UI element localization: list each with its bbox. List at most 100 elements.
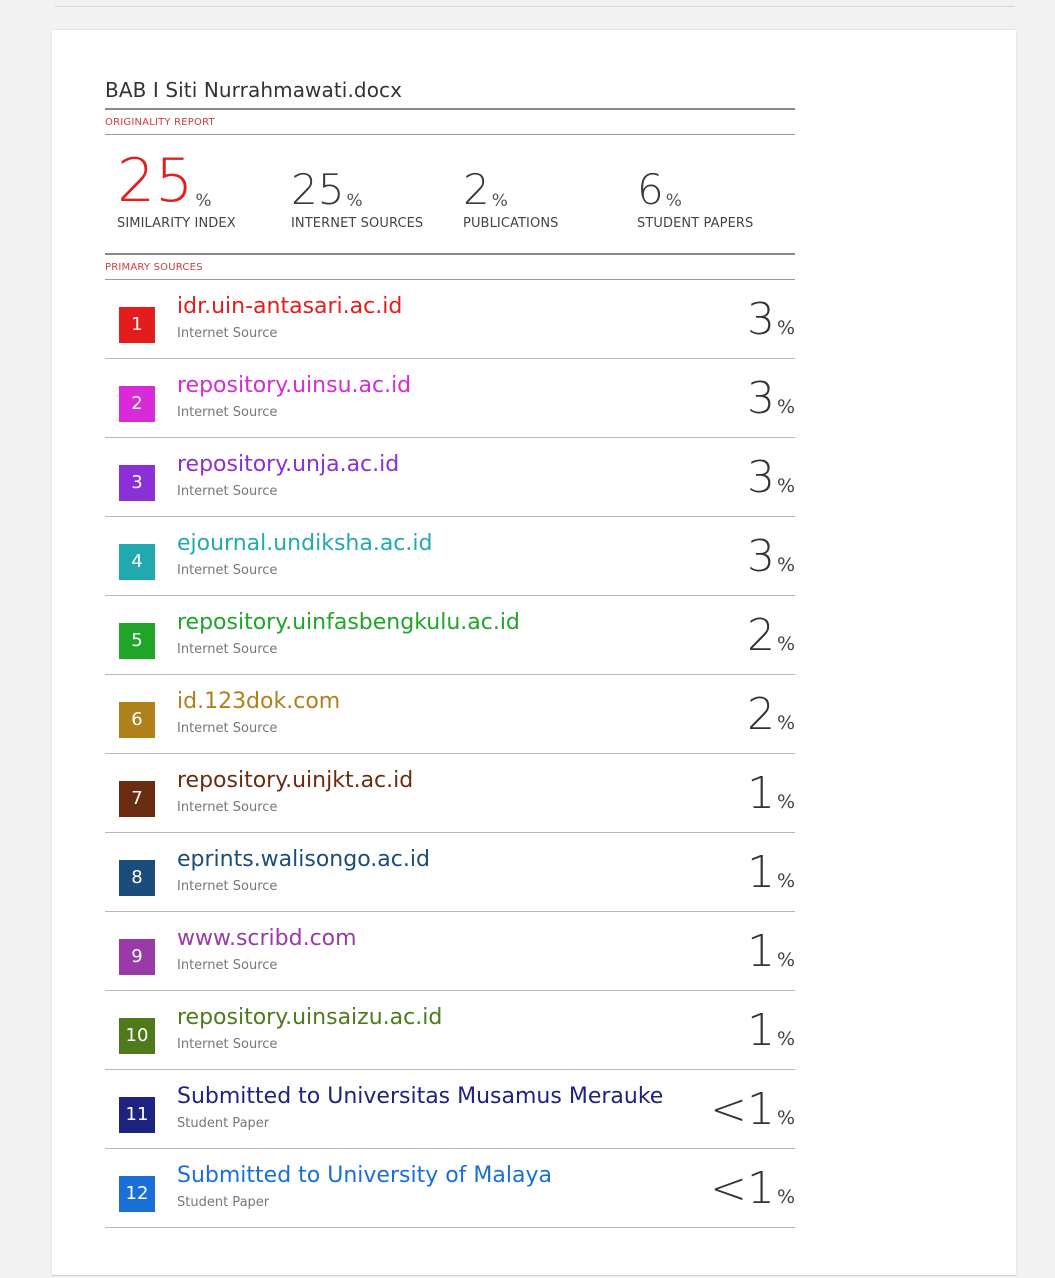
source-share-value: 1 xyxy=(746,768,775,819)
source-row: 1 idr.uin-antasari.ac.id Internet Source 3% xyxy=(105,280,795,359)
source-link[interactable]: Submitted to Universitas Musamus Merauke xyxy=(177,1084,663,1109)
student-papers-caption: STUDENT PAPERS xyxy=(637,216,754,231)
source-rank-badge: 10 xyxy=(119,1018,155,1054)
source-row: 6 id.123dok.com Internet Source 2% xyxy=(105,675,795,754)
bottom-divider xyxy=(52,1275,1016,1276)
source-share: 2% xyxy=(747,614,795,658)
source-row: 8 eprints.walisongo.ac.id Internet Source 1… xyxy=(105,833,795,912)
source-rank-badge: 12 xyxy=(119,1176,155,1212)
source-link[interactable]: repository.unja.ac.id xyxy=(177,452,399,477)
source-share-unit: % xyxy=(776,475,795,497)
source-share: 1% xyxy=(747,930,795,974)
document-title: BAB I Siti Nurrahmawati.docx xyxy=(105,78,403,102)
source-share: <1% xyxy=(710,1167,795,1211)
source-share-unit: % xyxy=(776,870,795,892)
source-link[interactable]: repository.uinjkt.ac.id xyxy=(177,768,413,793)
source-share-value: <1 xyxy=(710,1084,775,1135)
source-row: 2 repository.uinsu.ac.id Internet Source 3% xyxy=(105,359,795,438)
source-share-value: 1 xyxy=(746,1005,775,1056)
source-share-value: 3 xyxy=(746,294,775,345)
internet-sources-value: 25 xyxy=(291,165,345,214)
source-type: Internet Source xyxy=(177,721,278,736)
source-rank-badge: 6 xyxy=(119,702,155,738)
source-share: 1% xyxy=(747,772,795,816)
source-type: Internet Source xyxy=(177,958,278,973)
source-share-value: <1 xyxy=(710,1163,775,1214)
source-rank-badge: 4 xyxy=(119,544,155,580)
source-share-value: 3 xyxy=(746,452,775,503)
source-share-unit: % xyxy=(776,554,795,576)
source-link[interactable]: ejournal.undiksha.ac.id xyxy=(177,531,432,556)
source-rank-badge: 5 xyxy=(119,623,155,659)
internet-sources-caption: INTERNET SOURCES xyxy=(291,216,424,231)
source-share-unit: % xyxy=(776,317,795,339)
source-row: 11 Submitted to Universitas Musamus Merau… xyxy=(105,1070,795,1149)
source-rank-badge: 7 xyxy=(119,781,155,817)
internet-sources-stat: 25 % INTERNET SOURCES xyxy=(291,149,424,232)
source-share-unit: % xyxy=(776,633,795,655)
stats-row: 25 % SIMILARITY INDEX 25 % INTERNET SOUR… xyxy=(105,135,795,253)
source-share: 3% xyxy=(747,535,795,579)
source-share-value: 1 xyxy=(746,847,775,898)
publications-stat: 2 % PUBLICATIONS xyxy=(463,149,559,232)
student-papers-stat: 6 % STUDENT PAPERS xyxy=(637,149,754,232)
primary-sources-label: PRIMARY SOURCES xyxy=(105,262,203,273)
source-link[interactable]: repository.uinsu.ac.id xyxy=(177,373,411,398)
source-row: 5 repository.uinfasbengkulu.ac.id Internet… xyxy=(105,596,795,675)
publications-unit: % xyxy=(491,191,508,211)
internet-sources-unit: % xyxy=(346,191,363,211)
source-share-value: 3 xyxy=(746,373,775,424)
source-share-value: 2 xyxy=(746,610,775,661)
source-row: 12 Submitted to University of Malaya Stude… xyxy=(105,1149,795,1228)
primary-sources-list: 1 idr.uin-antasari.ac.id Internet Source 3%… xyxy=(105,280,795,1228)
source-share: 1% xyxy=(747,1009,795,1053)
source-share-value: 2 xyxy=(746,689,775,740)
source-share: <1% xyxy=(710,1088,795,1132)
source-type: Internet Source xyxy=(177,405,278,420)
source-link[interactable]: id.123dok.com xyxy=(177,689,340,714)
source-share: 3% xyxy=(747,377,795,421)
source-type: Internet Source xyxy=(177,879,278,894)
source-row: 9 www.scribd.com Internet Source 1% xyxy=(105,912,795,991)
student-papers-unit: % xyxy=(665,191,682,211)
source-share-unit: % xyxy=(776,396,795,418)
source-link[interactable]: www.scribd.com xyxy=(177,926,357,951)
publications-caption: PUBLICATIONS xyxy=(463,216,559,231)
source-link[interactable]: eprints.walisongo.ac.id xyxy=(177,847,430,872)
source-share-value: 3 xyxy=(746,531,775,582)
originality-report: BAB I Siti Nurrahmawati.docx ORIGINALITY… xyxy=(105,74,795,1228)
source-share: 3% xyxy=(747,298,795,342)
source-link[interactable]: repository.uinsaizu.ac.id xyxy=(177,1005,442,1030)
report-page: BAB I Siti Nurrahmawati.docx ORIGINALITY… xyxy=(52,30,1016,1275)
source-link[interactable]: repository.uinfasbengkulu.ac.id xyxy=(177,610,520,635)
source-type: Student Paper xyxy=(177,1195,270,1210)
originality-report-label: ORIGINALITY REPORT xyxy=(105,117,215,128)
similarity-index-stat: 25 % SIMILARITY INDEX xyxy=(117,149,236,231)
source-link[interactable]: idr.uin-antasari.ac.id xyxy=(177,294,402,319)
source-share-unit: % xyxy=(776,949,795,971)
source-row: 10 repository.uinsaizu.ac.id Internet Sour… xyxy=(105,991,795,1070)
source-type: Internet Source xyxy=(177,800,278,815)
source-row: 4 ejournal.undiksha.ac.id Internet Source 3… xyxy=(105,517,795,596)
source-type: Internet Source xyxy=(177,642,278,657)
source-type: Student Paper xyxy=(177,1116,270,1131)
similarity-index-value: 25 xyxy=(117,146,194,216)
source-rank-badge: 1 xyxy=(119,307,155,343)
source-row: 7 repository.uinjkt.ac.id Internet Source 1… xyxy=(105,754,795,833)
source-share: 1% xyxy=(747,851,795,895)
source-type: Internet Source xyxy=(177,563,278,578)
source-share-unit: % xyxy=(776,1028,795,1050)
source-row: 3 repository.unja.ac.id Internet Source 3% xyxy=(105,438,795,517)
source-type: Internet Source xyxy=(177,1037,278,1052)
source-type: Internet Source xyxy=(177,484,278,499)
source-rank-badge: 2 xyxy=(119,386,155,422)
source-share-value: 1 xyxy=(746,926,775,977)
source-rank-badge: 9 xyxy=(119,939,155,975)
source-link[interactable]: Submitted to University of Malaya xyxy=(177,1163,552,1188)
student-papers-value: 6 xyxy=(637,165,664,214)
source-rank-badge: 8 xyxy=(119,860,155,896)
top-divider xyxy=(55,6,1015,7)
source-share-unit: % xyxy=(776,791,795,813)
source-share-unit: % xyxy=(776,1186,795,1208)
similarity-index-unit: % xyxy=(195,191,212,211)
